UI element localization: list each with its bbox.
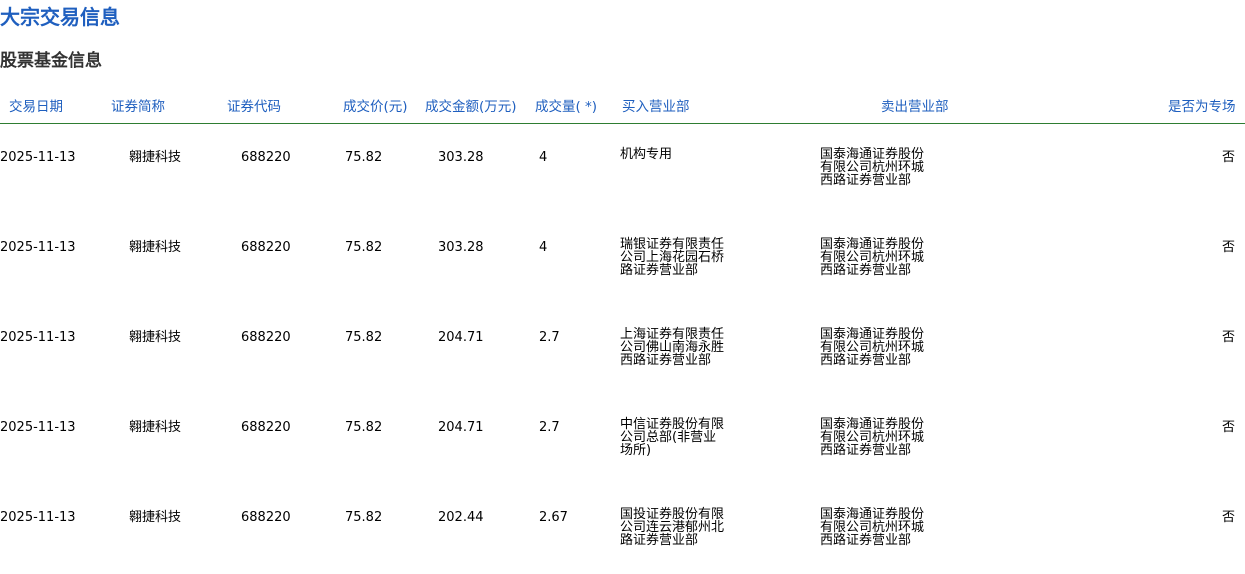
header-security-code[interactable]: 证券代码 bbox=[227, 98, 281, 116]
header-deal-price[interactable]: 成交价(元) bbox=[343, 98, 408, 116]
cell-buyer-dept: 瑞银证券有限责任公司上海花园石桥路证券营业部 bbox=[620, 237, 725, 278]
header-deal-volume[interactable]: 成交量( *) bbox=[535, 98, 597, 116]
page-title: 大宗交易信息 bbox=[0, 5, 120, 29]
cell-trade-date: 2025-11-13 bbox=[0, 150, 76, 165]
table-row: 2025-11-13 翱捷科技 688220 75.82 202.44 2.67… bbox=[0, 478, 1245, 568]
cell-trade-date: 2025-11-13 bbox=[0, 510, 76, 525]
cell-is-special: 否 bbox=[1222, 150, 1236, 165]
header-deal-amount[interactable]: 成交金额(万元) bbox=[425, 98, 517, 116]
cell-seller-dept: 国泰海通证券股份有限公司杭州环城西路证券营业部 bbox=[820, 417, 925, 458]
cell-deal-volume: 2.7 bbox=[539, 420, 560, 435]
table-row: 2025-11-13 翱捷科技 688220 75.82 204.71 2.7 … bbox=[0, 388, 1245, 478]
cell-deal-amount: 204.71 bbox=[438, 420, 484, 435]
cell-security-code: 688220 bbox=[241, 510, 291, 525]
cell-seller-dept: 国泰海通证券股份有限公司杭州环城西路证券营业部 bbox=[820, 327, 925, 368]
table-row: 2025-11-13 翱捷科技 688220 75.82 204.71 2.7 … bbox=[0, 298, 1245, 388]
cell-security-code: 688220 bbox=[241, 420, 291, 435]
cell-deal-volume: 2.7 bbox=[539, 330, 560, 345]
cell-is-special: 否 bbox=[1222, 420, 1236, 435]
cell-security-name: 翱捷科技 bbox=[129, 240, 182, 255]
cell-is-special: 否 bbox=[1222, 330, 1236, 345]
cell-trade-date: 2025-11-13 bbox=[0, 330, 76, 345]
cell-security-name: 翱捷科技 bbox=[129, 510, 182, 525]
header-trade-date[interactable]: 交易日期 bbox=[9, 98, 63, 116]
section-title: 股票基金信息 bbox=[0, 51, 102, 71]
cell-deal-volume: 4 bbox=[539, 150, 548, 165]
cell-security-name: 翱捷科技 bbox=[129, 150, 182, 165]
cell-deal-volume: 4 bbox=[539, 240, 548, 255]
cell-trade-date: 2025-11-13 bbox=[0, 420, 76, 435]
cell-deal-price: 75.82 bbox=[345, 330, 383, 345]
cell-buyer-dept: 国投证券股份有限公司连云港郁州北路证券营业部 bbox=[620, 507, 725, 548]
table-row: 2025-11-13 翱捷科技 688220 75.82 303.28 4 瑞银… bbox=[0, 208, 1245, 298]
cell-is-special: 否 bbox=[1222, 240, 1236, 255]
cell-deal-price: 75.82 bbox=[345, 240, 383, 255]
cell-deal-volume: 2.67 bbox=[539, 510, 568, 525]
cell-deal-amount: 303.28 bbox=[438, 150, 484, 165]
cell-deal-price: 75.82 bbox=[345, 420, 383, 435]
cell-deal-amount: 303.28 bbox=[438, 240, 484, 255]
cell-seller-dept: 国泰海通证券股份有限公司杭州环城西路证券营业部 bbox=[820, 237, 925, 278]
header-seller-dept[interactable]: 卖出营业部 bbox=[881, 98, 949, 116]
cell-security-code: 688220 bbox=[241, 240, 291, 255]
cell-is-special: 否 bbox=[1222, 510, 1236, 525]
table-row: 2025-11-13 翱捷科技 688220 75.82 303.28 4 机构… bbox=[0, 118, 1245, 208]
cell-deal-amount: 202.44 bbox=[438, 510, 484, 525]
cell-buyer-dept: 机构专用 bbox=[620, 147, 673, 162]
cell-security-code: 688220 bbox=[241, 330, 291, 345]
cell-buyer-dept: 上海证券有限责任公司佛山南海永胜西路证券营业部 bbox=[620, 327, 725, 368]
cell-security-name: 翱捷科技 bbox=[129, 420, 182, 435]
cell-seller-dept: 国泰海通证券股份有限公司杭州环城西路证券营业部 bbox=[820, 147, 925, 188]
header-is-special[interactable]: 是否为专场 bbox=[1168, 98, 1236, 116]
cell-security-code: 688220 bbox=[241, 150, 291, 165]
cell-trade-date: 2025-11-13 bbox=[0, 240, 76, 255]
cell-buyer-dept: 中信证券股份有限公司总部(非营业场所) bbox=[620, 417, 725, 458]
cell-deal-amount: 204.71 bbox=[438, 330, 484, 345]
cell-security-name: 翱捷科技 bbox=[129, 330, 182, 345]
cell-seller-dept: 国泰海通证券股份有限公司杭州环城西路证券营业部 bbox=[820, 507, 925, 548]
header-security-name[interactable]: 证券简称 bbox=[111, 98, 165, 116]
cell-deal-price: 75.82 bbox=[345, 150, 383, 165]
cell-deal-price: 75.82 bbox=[345, 510, 383, 525]
header-buyer-dept[interactable]: 买入营业部 bbox=[622, 98, 690, 116]
